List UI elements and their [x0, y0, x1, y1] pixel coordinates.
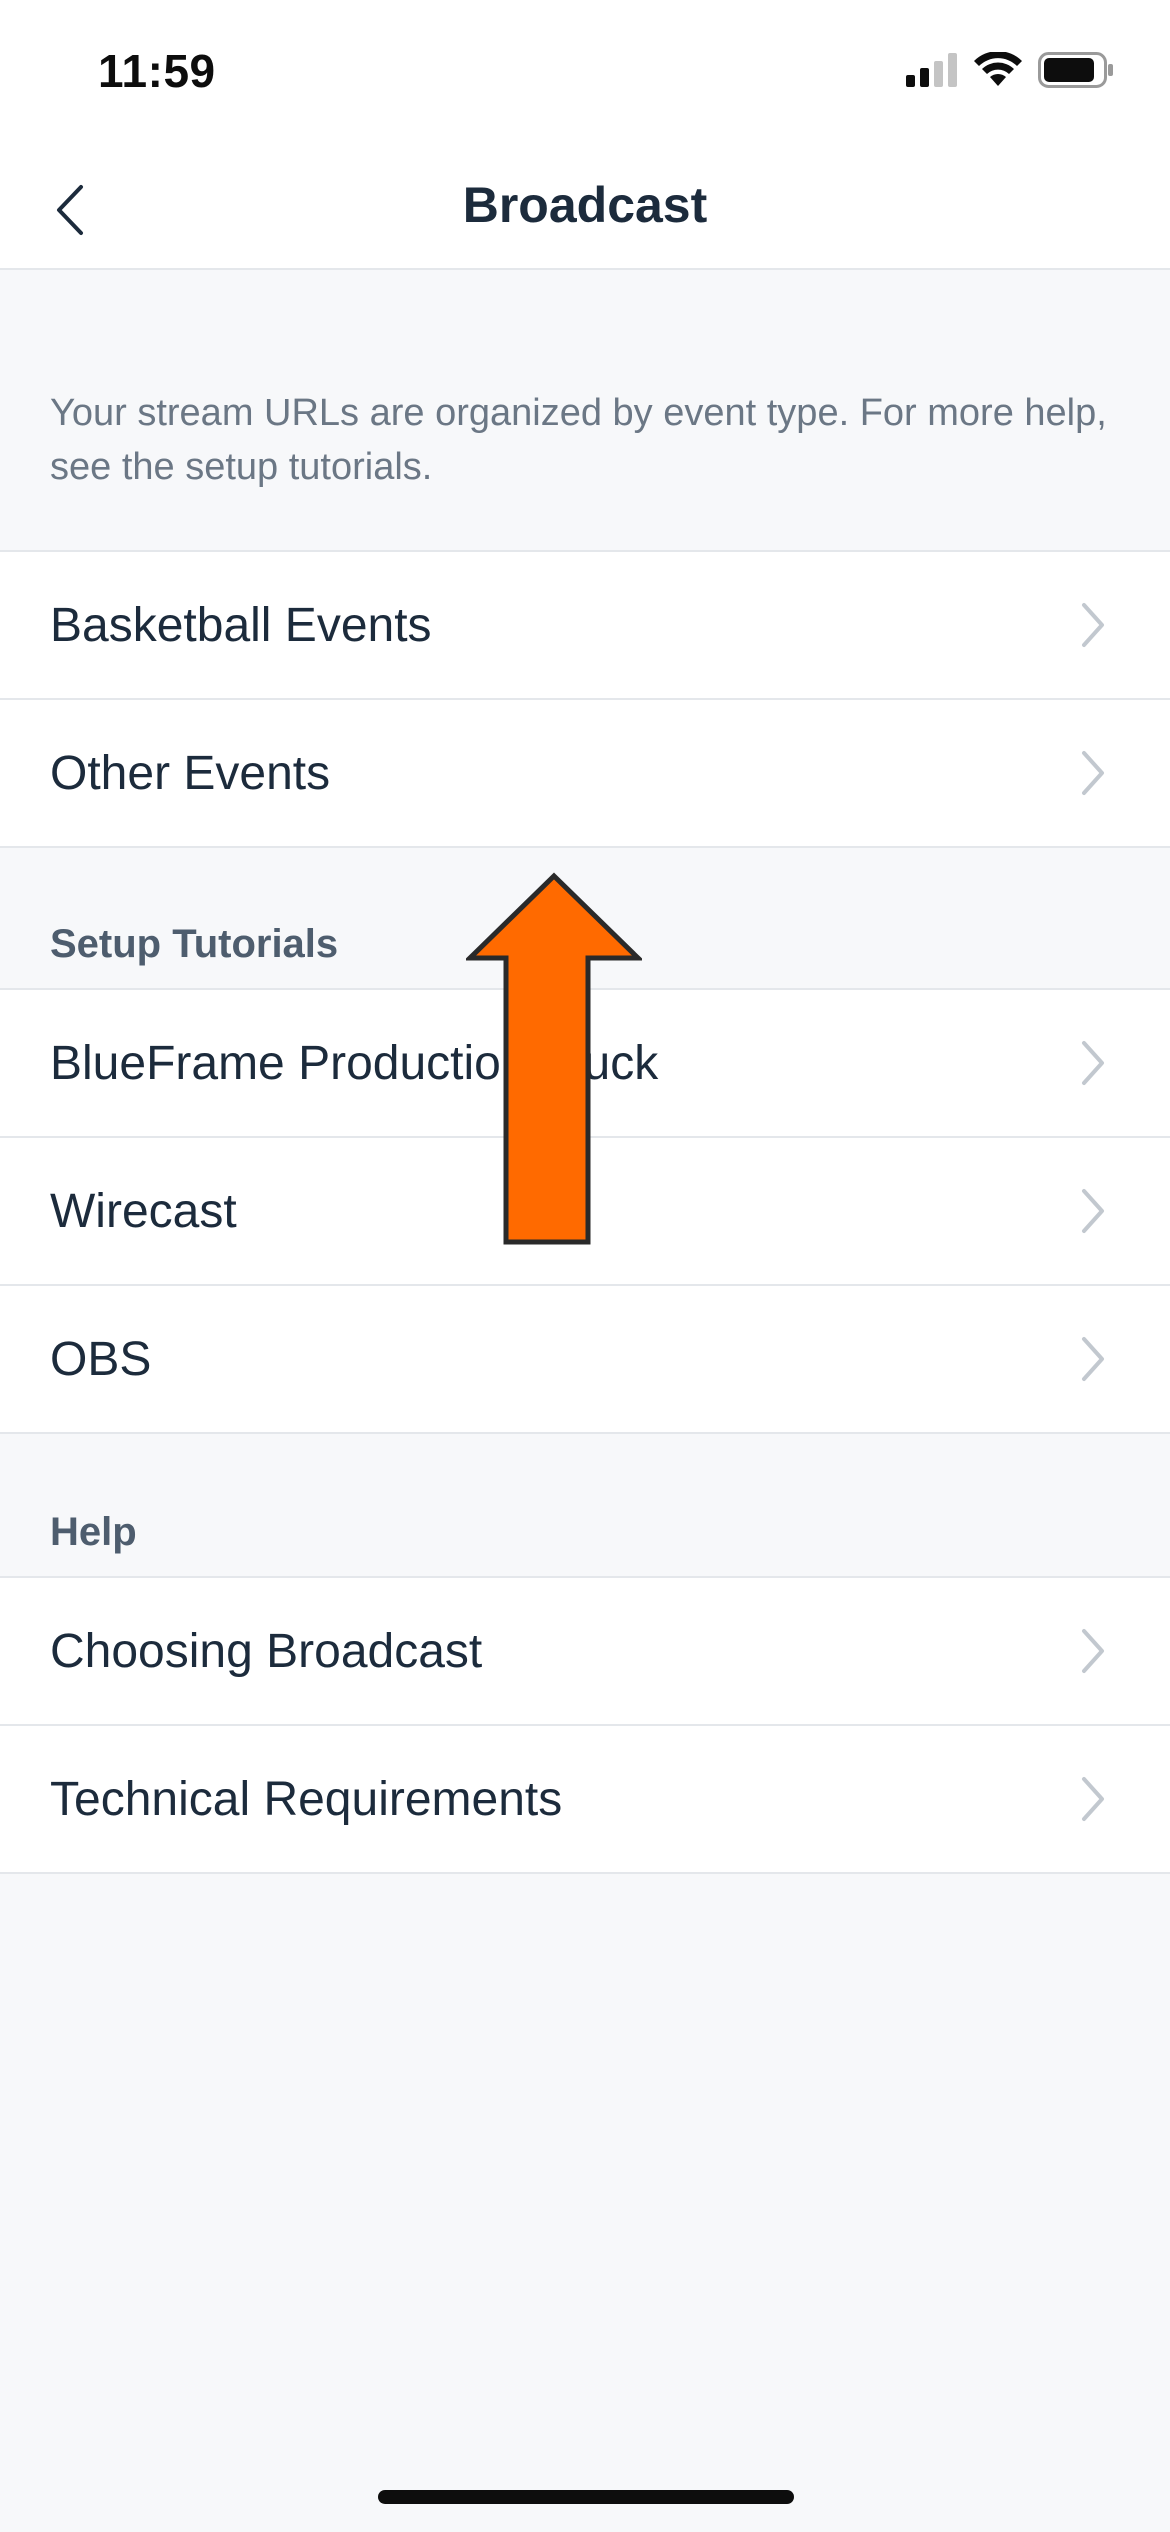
intro-description: Your stream URLs are organized by event …: [50, 392, 1107, 488]
list-item-label: OBS: [50, 1332, 152, 1386]
help-list: Choosing Broadcast Technical Requirement…: [0, 1576, 1170, 1874]
status-icons: [906, 52, 1114, 88]
list-item-label: Other Events: [50, 746, 331, 800]
page-title: Broadcast: [462, 177, 708, 233]
section-header-help: Help: [50, 1510, 137, 1554]
chevron-right-icon: [1082, 1337, 1104, 1381]
list-item-technical-requirements[interactable]: Technical Requirements: [0, 1724, 1170, 1874]
list-item-other-events[interactable]: Other Events: [0, 698, 1170, 848]
section-header-setup-tutorials: Setup Tutorials: [50, 922, 339, 966]
wifi-icon: [974, 52, 1022, 86]
list-item-label: Basketball Events: [50, 598, 432, 652]
list-item-label: Technical Requirements: [50, 1772, 563, 1826]
list-item-label: Choosing Broadcast: [50, 1624, 483, 1678]
list-item-choosing-broadcast[interactable]: Choosing Broadcast: [0, 1576, 1170, 1724]
chevron-right-icon: [1082, 603, 1104, 647]
stream-url-list: Basketball Events Other Events: [0, 550, 1170, 848]
chevron-right-icon: [1082, 1777, 1104, 1821]
list-item-label: Wirecast: [50, 1184, 237, 1238]
home-indicator[interactable]: [378, 2490, 794, 2504]
status-bar: 11:59: [0, 0, 1170, 150]
list-item-obs[interactable]: OBS: [0, 1284, 1170, 1434]
battery-icon: [1038, 52, 1113, 88]
chevron-right-icon: [1082, 751, 1104, 795]
up-arrow-icon: [466, 872, 642, 1245]
chevron-right-icon: [1082, 1629, 1104, 1673]
signal-icon: [906, 53, 957, 87]
status-time: 11:59: [98, 45, 216, 97]
chevron-right-icon: [1082, 1189, 1104, 1233]
list-item-basketball-events[interactable]: Basketball Events: [0, 550, 1170, 698]
navigation-bar: Broadcast: [0, 150, 1170, 270]
chevron-right-icon: [1082, 1041, 1104, 1085]
